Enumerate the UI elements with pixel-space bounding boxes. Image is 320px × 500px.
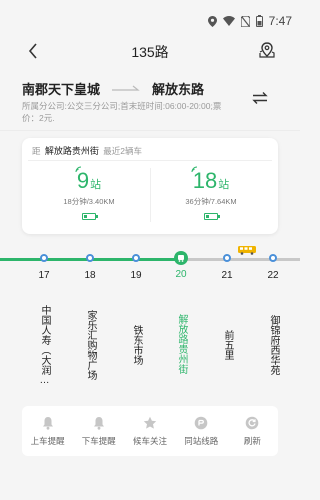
battery-icon (255, 15, 263, 27)
action-label: 下车提醒 (81, 436, 116, 446)
stop-name: 铁东市场 (131, 325, 142, 365)
destination-stop: 解放东路 (152, 81, 205, 97)
eta-distance: 36分钟/7.64KM (185, 197, 237, 206)
line-info: 所属分公司:公交三分公司;首末班时间:06:00-20:00;票价：2元. (22, 101, 222, 123)
stop-item[interactable]: 19 铁东市场 (124, 252, 148, 407)
current-stop-icon (174, 251, 188, 265)
battery-level-icon (204, 213, 220, 220)
card-prefix: 距 (32, 146, 41, 156)
stop-dot (132, 254, 140, 262)
alighting-reminder-button[interactable]: 下车提醒 (73, 406, 124, 456)
realtime-signal-icon (191, 166, 197, 173)
boarding-reminder-button[interactable]: 上车提醒 (22, 406, 73, 456)
direction-arrow-icon (112, 83, 140, 93)
action-label: 候车关注 (133, 436, 168, 446)
stop-dot (40, 254, 48, 262)
refresh-button[interactable]: 刷新 (227, 406, 278, 456)
map-pin-icon (259, 42, 275, 58)
card-stop-name: 解放路贵州街 (44, 146, 99, 156)
header: 135路 (0, 36, 300, 68)
status-bar: 7:47 (0, 0, 300, 36)
status-icons: 7:47 (207, 14, 292, 28)
clock: 7:47 (268, 14, 292, 28)
swap-direction-button[interactable] (250, 88, 270, 108)
page-title: 135路 (131, 44, 169, 60)
stop-name: 御锦府西华苑 (268, 315, 279, 375)
stop-name: 前五里 (222, 330, 233, 360)
origin-stop: 南郡天下皇城 (22, 81, 101, 97)
route: 南郡天下皇城 解放东路 (22, 78, 282, 98)
stop-item[interactable]: 21 前五里 (215, 252, 239, 407)
stop-number: 22 (267, 270, 279, 281)
bell-icon (93, 417, 104, 430)
wifi-icon (222, 16, 235, 26)
bell-icon (42, 417, 53, 430)
realtime-signal-icon (75, 166, 81, 173)
bus-arrival-1: 9 站 18分钟/3.40KM (30, 166, 148, 225)
divider (0, 130, 300, 131)
swap-icon (252, 92, 268, 104)
bottom-action-bar: 上车提醒 下车提醒 候车关注 同站线路 刷新 (22, 406, 278, 456)
stop-name: 中国人寿（大润… (39, 304, 50, 386)
no-sim-icon (240, 15, 250, 27)
action-label: 上车提醒 (30, 436, 65, 446)
stop-number: 17 (38, 270, 50, 281)
bus-icon (238, 242, 256, 260)
card-heading: 距 解放路贵州街 最近2辆车 (32, 144, 142, 157)
bus-arrival-2: 18 站 36分钟/7.64KM (152, 166, 270, 225)
eta-distance: 18分钟/3.40KM (63, 197, 115, 206)
star-icon (143, 416, 157, 429)
refresh-icon (246, 416, 259, 430)
stop-number: 20 (175, 269, 187, 280)
column-separator (150, 168, 151, 222)
stop-item-current[interactable]: 20 解放路贵州街 (169, 251, 193, 406)
card-suffix: 最近2辆车 (103, 146, 143, 156)
stop-item[interactable]: 17 中国人寿（大润… (32, 252, 56, 407)
same-stop-lines-button[interactable]: 同站线路 (176, 406, 227, 456)
stop-dot (269, 254, 277, 262)
stops-unit: 站 (218, 179, 230, 191)
action-label: 同站线路 (184, 436, 219, 446)
stop-name: 家乐汇购物广场 (85, 310, 96, 380)
route-line[interactable]: 17 中国人寿（大润… 18 家乐汇购物广场 19 铁东市场 20 解放路贵州街… (0, 236, 300, 396)
stops-unit: 站 (90, 179, 102, 191)
stop-dot (223, 254, 231, 262)
stop-number: 19 (130, 270, 142, 281)
stop-number: 21 (221, 270, 233, 281)
location-icon (207, 15, 217, 27)
map-button[interactable] (256, 39, 278, 61)
route-icon (194, 416, 208, 430)
battery-level-icon (82, 213, 98, 220)
stop-number: 18 (84, 270, 96, 281)
stop-name: 解放路贵州街 (176, 314, 187, 374)
stop-item[interactable]: 22 御锦府西华苑 (261, 252, 285, 407)
follow-stop-button[interactable]: 候车关注 (124, 406, 175, 456)
card-separator (28, 160, 272, 161)
stop-dot (86, 254, 94, 262)
arrival-card: 距 解放路贵州街 最近2辆车 9 站 18分钟/3.40KM 18 站 36分钟… (22, 138, 278, 234)
action-label: 刷新 (243, 436, 261, 446)
stop-item[interactable]: 18 家乐汇购物广场 (78, 252, 102, 407)
